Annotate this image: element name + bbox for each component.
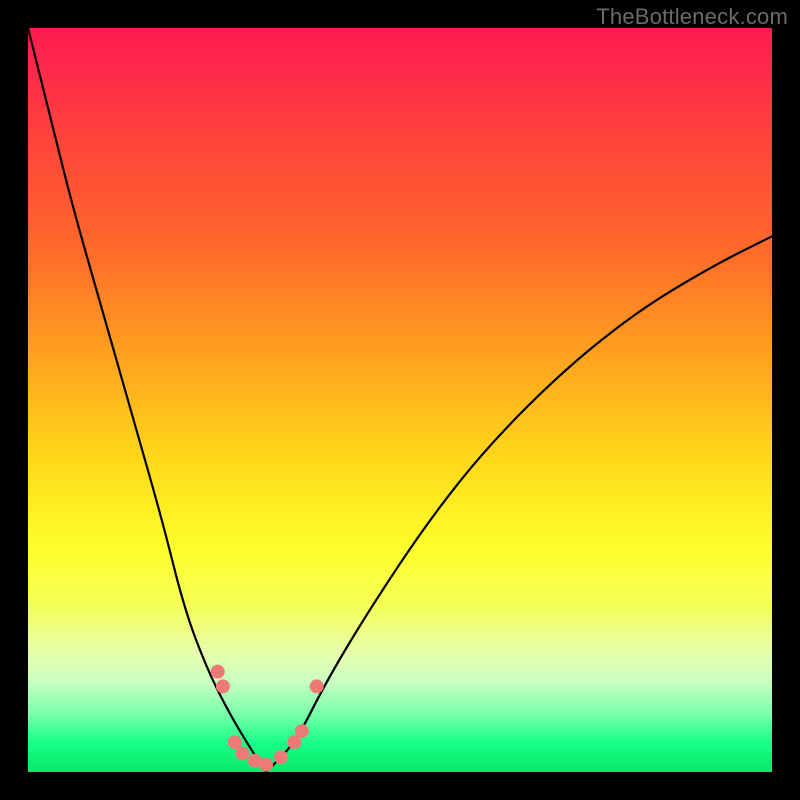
data-marker [216,679,230,693]
chart-frame: TheBottleneck.com [0,0,800,800]
curve-left-path [28,28,266,772]
data-marker [259,758,273,772]
plot-area [28,28,772,772]
watermark-text: TheBottleneck.com [596,4,788,30]
data-marker [310,679,324,693]
data-marker [295,724,309,738]
data-marker [274,750,288,764]
data-marker [235,746,249,760]
curve-right-path [266,236,772,772]
data-marker [211,665,225,679]
curve-overlay [28,28,772,772]
